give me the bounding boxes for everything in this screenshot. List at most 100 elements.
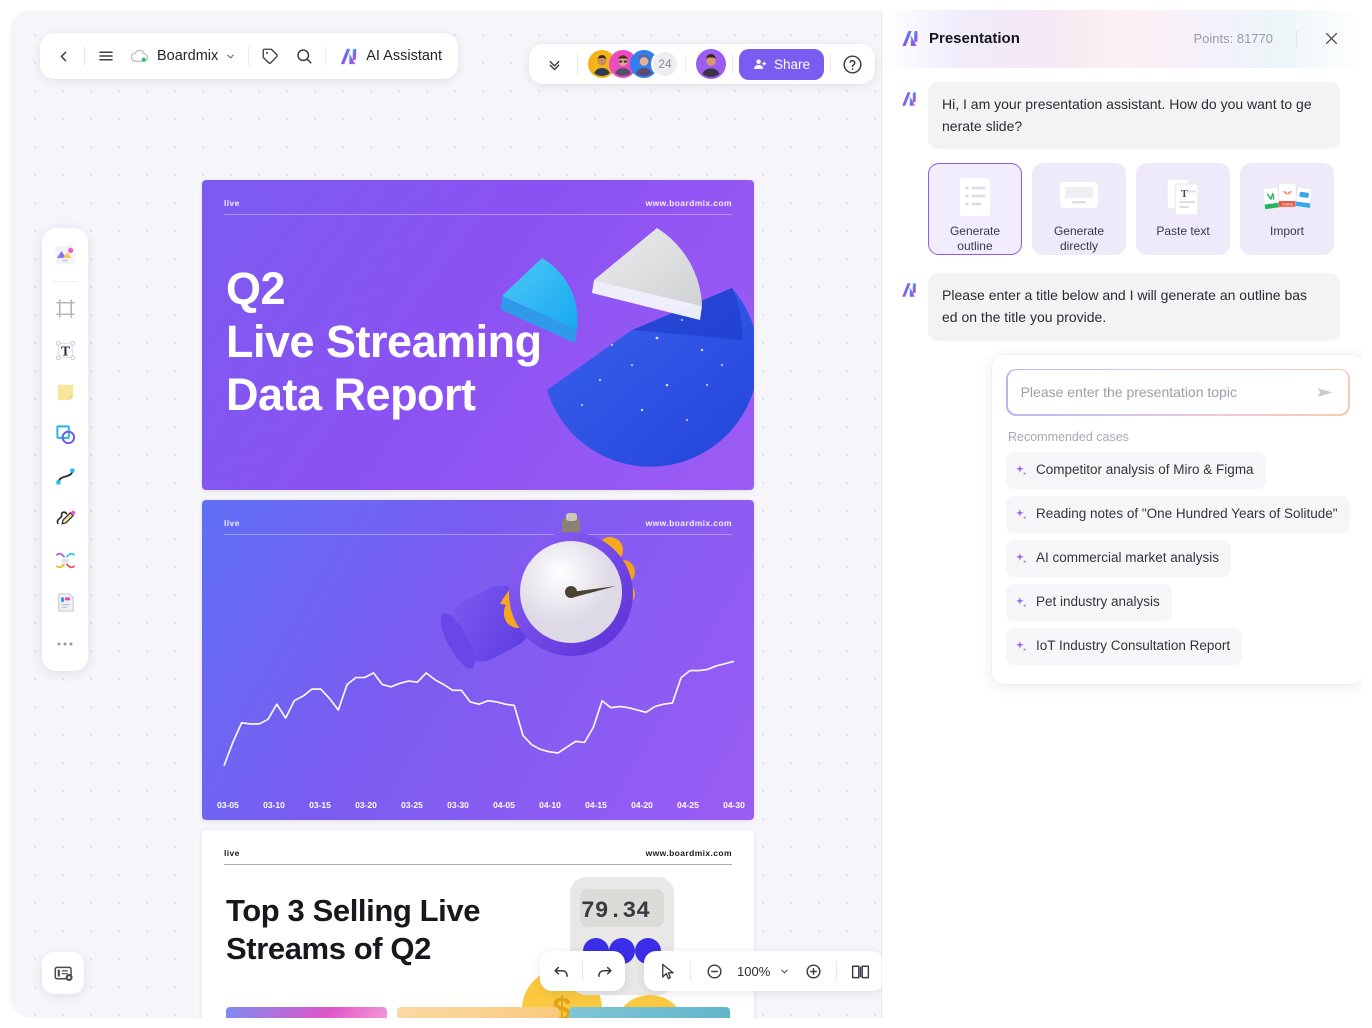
shape-tool[interactable]: [46, 414, 84, 454]
collaborator-count[interactable]: 24: [651, 50, 679, 78]
topic-input[interactable]: [1020, 384, 1316, 401]
slide-header-url: www.boardmix.com: [645, 198, 732, 208]
generation-options: Generate outline Generate directly T Pas…: [928, 163, 1342, 256]
option-thumbnail: [951, 177, 999, 217]
recommended-case-item[interactable]: AI commercial market analysis: [1006, 539, 1232, 577]
canvas[interactable]: live www.boardmix.com Q2 Live Streaming …: [10, 10, 882, 1018]
slide-1[interactable]: live www.boardmix.com Q2 Live Streaming …: [202, 180, 754, 490]
chevron-down-icon: [781, 969, 789, 973]
slide-1-title-line-1: Q2: [226, 263, 286, 314]
mindmap-icon: [55, 552, 75, 568]
chart-x-tick-label: 03-25: [401, 800, 423, 810]
boardmix-ai-logo-icon: [902, 283, 916, 298]
option-label: Paste text: [1156, 224, 1210, 239]
zoom-in-button[interactable]: [796, 952, 830, 990]
help-button[interactable]: [837, 49, 867, 79]
share-label: Share: [774, 56, 811, 72]
slide-3-header: live www.boardmix.com: [224, 848, 732, 865]
topic-input-wrapper[interactable]: [1007, 370, 1349, 415]
option-label: Import: [1269, 224, 1304, 239]
send-button[interactable]: [1315, 382, 1336, 403]
recommended-cases-title: Recommended cases: [1008, 429, 1129, 444]
chart-x-tick-label: 04-15: [585, 800, 607, 810]
board-settings-button[interactable]: [42, 952, 84, 994]
frame-tool[interactable]: [46, 288, 84, 328]
search-button[interactable]: [287, 37, 321, 75]
topic-input-border: [1006, 368, 1350, 416]
slide-3-graphic: $ 79.34: [522, 877, 684, 1018]
document-name-label: Boardmix: [157, 48, 219, 64]
toolbar-divider: [577, 54, 578, 74]
redo-arrow-icon: [597, 966, 612, 977]
option-paste-text[interactable]: T Paste text: [1136, 163, 1230, 256]
presentation-mode-button[interactable]: [843, 952, 878, 990]
option-label: Generate outline: [950, 224, 1000, 254]
recommended-case-label: Reading notes of "One Hundred Years of S…: [1036, 505, 1338, 521]
recommended-case-item[interactable]: Competitor analysis of Miro & Figma: [1006, 451, 1266, 489]
zoom-out-button[interactable]: [697, 952, 731, 990]
close-x-icon: [1325, 32, 1337, 44]
toolbar-divider: [582, 961, 583, 981]
sticky-note-tool[interactable]: [46, 372, 84, 412]
calculator-display: 79.34: [581, 898, 650, 924]
recommended-cases-list: Competitor analysis of Miro & Figma Readi…: [1006, 451, 1350, 665]
undo-redo-toolbar: [540, 951, 625, 991]
menu-button[interactable]: [89, 37, 123, 75]
collab-toolbar: 24 Share: [529, 44, 876, 84]
current-user-avatar[interactable]: [696, 49, 726, 79]
close-panel-button[interactable]: [1320, 27, 1342, 49]
chart-x-tick-label: 03-20: [355, 800, 377, 810]
question-circle-icon: [842, 54, 862, 74]
option-thumbnail: T: [1159, 177, 1207, 217]
toolbar-divider: [732, 54, 733, 74]
sparkle-icon: [1016, 464, 1027, 476]
slide-1-header: live www.boardmix.com: [224, 198, 732, 215]
templates-tool[interactable]: [46, 235, 84, 275]
recommended-case-item[interactable]: Pet industry analysis: [1006, 583, 1172, 621]
option-import[interactable]: XMIND Import: [1240, 163, 1334, 256]
option-label-line-1: Generate: [949, 224, 1001, 239]
redo-button[interactable]: [587, 952, 621, 990]
sparkle-icon: [1016, 596, 1027, 608]
assistant-message: Hi, I am your presentation assistant. Ho…: [900, 82, 1342, 150]
connector-tool[interactable]: [46, 456, 84, 496]
zoom-level-label[interactable]: 100%: [733, 964, 773, 979]
zoom-dropdown-button[interactable]: [775, 966, 794, 977]
pen-tool[interactable]: [46, 498, 84, 538]
option-thumbnail: [1055, 177, 1103, 217]
sticky-note-icon: [57, 384, 73, 400]
recommended-case-label: Pet industry analysis: [1036, 593, 1160, 609]
undo-button[interactable]: [544, 952, 578, 990]
connector-icon: [55, 467, 75, 485]
chart-x-tick-label: 04-10: [539, 800, 561, 810]
text-tool[interactable]: T: [46, 330, 84, 370]
tag-button[interactable]: [253, 37, 287, 75]
recommended-case-item[interactable]: IoT Industry Consultation Report: [1006, 627, 1243, 665]
document-tool[interactable]: [46, 582, 84, 622]
mindmap-tool[interactable]: [46, 540, 84, 580]
toolbar-divider: [690, 961, 691, 981]
ai-assistant-button[interactable]: AI Assistant: [330, 37, 452, 75]
option-generate-outline[interactable]: Generate outline: [928, 163, 1022, 256]
recommended-case-item[interactable]: Reading notes of "One Hundred Years of S…: [1006, 495, 1350, 533]
chart-x-tick-label: 03-05: [217, 800, 239, 810]
slide-1-title: Q2 Live Streaming Data Report: [226, 262, 542, 421]
select-tool-button[interactable]: [650, 952, 684, 990]
option-generate-directly[interactable]: Generate directly: [1032, 163, 1126, 256]
collaborator-avatars[interactable]: 24: [584, 50, 679, 78]
back-button[interactable]: [46, 37, 80, 75]
document-name-button[interactable]: Boardmix: [123, 37, 244, 75]
slide-2[interactable]: live www.boardmix.com 03-05 03-10 03-15 …: [202, 500, 754, 820]
text-icon: T: [55, 340, 75, 360]
templates-icon: [55, 246, 75, 264]
avatar-image: [701, 54, 721, 77]
message-text: Hi, I am your presentation assistant. Ho…: [928, 82, 1340, 150]
share-button[interactable]: Share: [739, 48, 825, 80]
slide-1-title-line-3: Data Report: [226, 369, 476, 421]
expand-button[interactable]: [537, 45, 571, 83]
boardmix-ai-logo-icon: [341, 48, 357, 64]
more-tools[interactable]: [46, 624, 84, 664]
chart-x-tick-label: 04-25: [677, 800, 699, 810]
ai-assistant-label: AI Assistant: [366, 48, 443, 64]
header-divider: [1296, 29, 1297, 47]
